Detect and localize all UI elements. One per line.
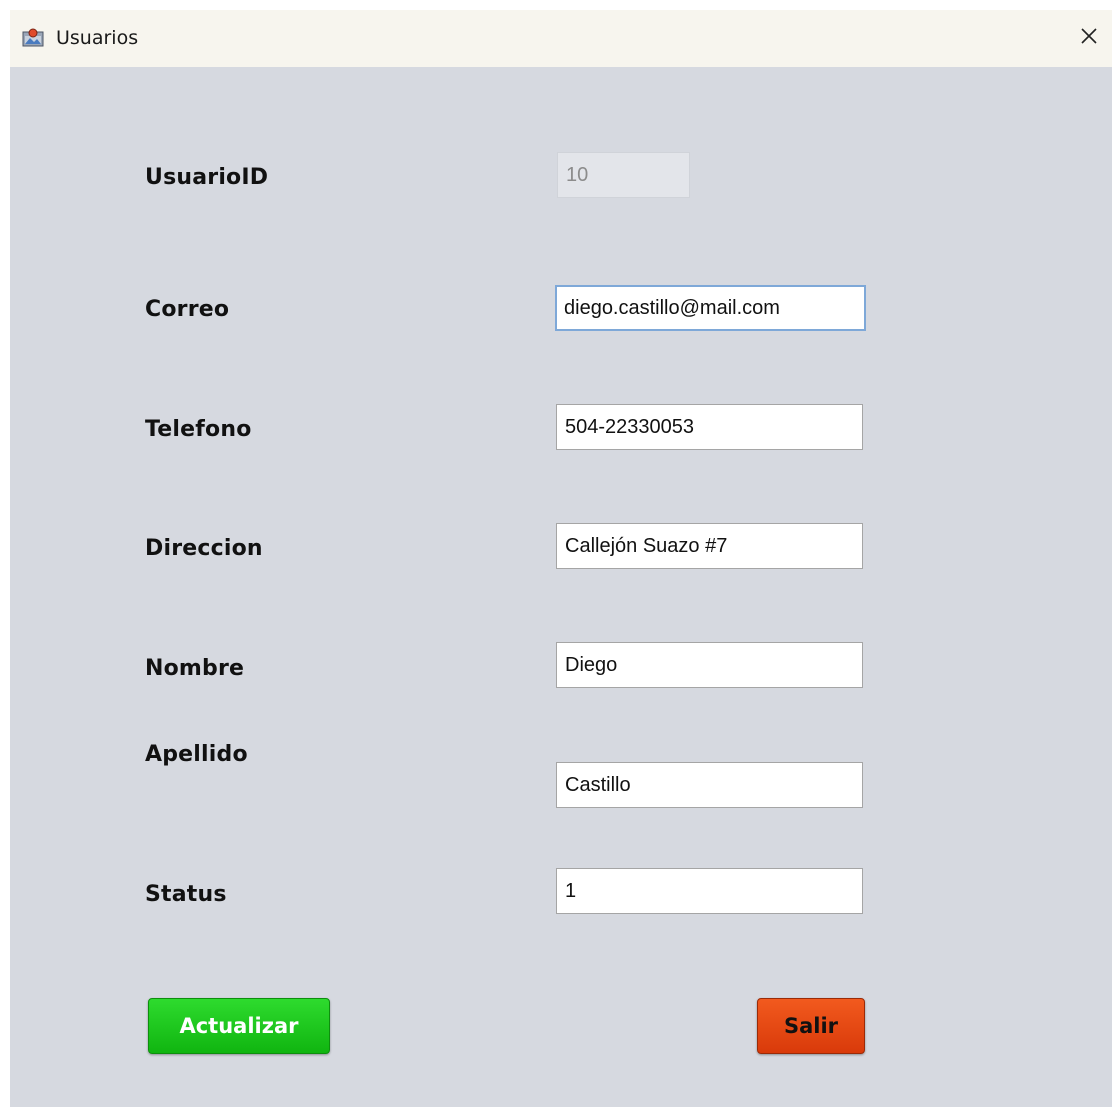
correo-field[interactable]: [555, 285, 866, 331]
java-app-icon: [22, 28, 44, 47]
salir-button[interactable]: Salir: [757, 998, 865, 1054]
usuario-id-field: [557, 152, 690, 198]
usuarios-window: Usuarios UsuarioID Correo Telefono Direc…: [10, 10, 1112, 1107]
nombre-field[interactable]: [556, 642, 863, 688]
telefono-label: Telefono: [145, 417, 252, 442]
telefono-field[interactable]: [556, 404, 863, 450]
title-bar[interactable]: Usuarios: [10, 10, 1112, 67]
apellido-label: Apellido: [145, 742, 248, 767]
direccion-label: Direccion: [145, 536, 263, 561]
apellido-field[interactable]: [556, 762, 863, 808]
status-field[interactable]: [556, 868, 863, 914]
close-icon: [1081, 28, 1097, 44]
window-title: Usuarios: [56, 27, 139, 49]
usuario-id-label: UsuarioID: [145, 165, 269, 190]
actualizar-button[interactable]: Actualizar: [148, 998, 330, 1054]
correo-label: Correo: [145, 297, 230, 322]
close-button[interactable]: [1066, 10, 1112, 62]
nombre-label: Nombre: [145, 656, 245, 681]
direccion-field[interactable]: [556, 523, 863, 569]
status-label: Status: [145, 882, 227, 907]
